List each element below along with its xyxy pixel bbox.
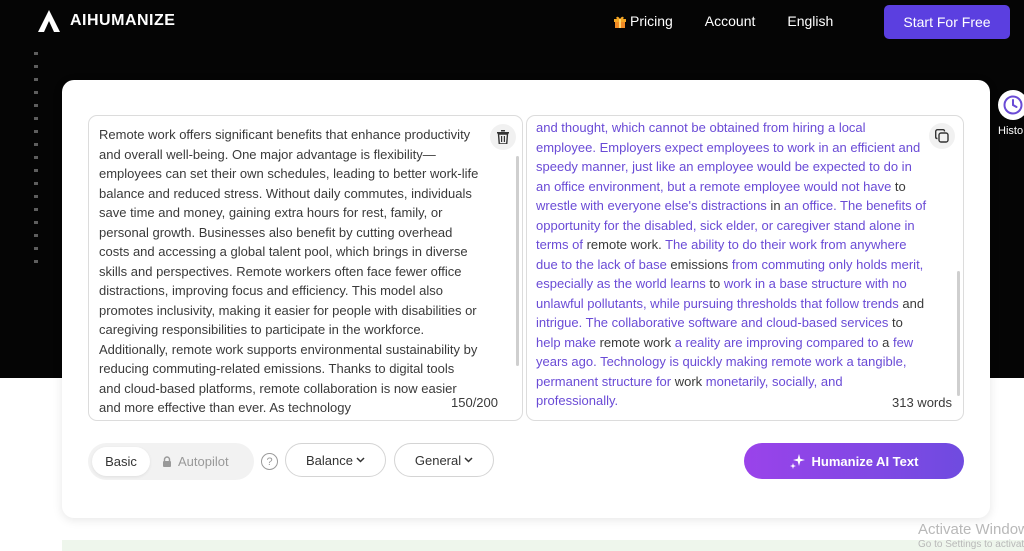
copy-button[interactable] xyxy=(929,123,955,149)
unchanged-segment: to xyxy=(888,315,903,330)
unchanged-segment: emissions xyxy=(666,256,732,272)
watermark-title: Activate Windows xyxy=(918,521,1024,538)
paraphrased-segment: and thought, which cannot be obtained fr… xyxy=(536,120,921,194)
start-for-free-button[interactable]: Start For Free xyxy=(884,5,1010,39)
mode-autopilot-label: Autopilot xyxy=(178,454,229,469)
mode-autopilot-button[interactable]: Autopilot xyxy=(162,447,229,476)
lock-icon xyxy=(163,456,171,467)
mode-toggle: Basic Autopilot xyxy=(88,443,254,480)
sparkle-icon xyxy=(789,454,805,469)
unchanged-segment: to xyxy=(891,178,906,194)
input-textarea[interactable]: Remote work offers significant benefits … xyxy=(99,125,479,417)
watermark-subtitle: Go to Settings to activate Windows. xyxy=(918,539,1024,550)
balance-dropdown-label: Balance xyxy=(306,452,353,468)
activate-windows-watermark: Activate Windows Go to Settings to activ… xyxy=(918,521,1024,550)
blurred-side-text xyxy=(34,52,38,272)
input-word-counter: 150/200 xyxy=(451,395,498,410)
balance-dropdown[interactable]: Balance xyxy=(285,443,386,477)
input-scrollbar[interactable] xyxy=(516,156,519,366)
trash-icon xyxy=(497,130,509,144)
output-panel: and thought, which cannot be obtained fr… xyxy=(526,115,964,421)
chevron-down-icon xyxy=(356,457,365,463)
gift-icon xyxy=(614,15,626,28)
history-label: Histo xyxy=(998,125,1024,137)
general-dropdown-label: General xyxy=(414,452,462,468)
brand-name: AIHUMANIZE xyxy=(70,12,176,29)
unchanged-segment: remote work xyxy=(595,334,675,350)
output-scrollbar[interactable] xyxy=(957,271,960,396)
logo-icon xyxy=(38,10,60,32)
help-icon[interactable]: ? xyxy=(261,453,278,470)
paraphrased-segment: a reality are improving compared to xyxy=(674,334,879,350)
unchanged-segment: a xyxy=(878,334,893,350)
nav-account[interactable]: Account xyxy=(705,13,756,29)
copy-icon xyxy=(935,129,949,143)
nav-language[interactable]: English xyxy=(787,13,833,29)
paraphrased-segment: wrestle with everyone else's distraction… xyxy=(536,198,767,213)
unchanged-segment: in xyxy=(766,198,785,213)
main-nav: Pricing Account English xyxy=(614,13,833,29)
humanize-button[interactable]: Humanize AI Text xyxy=(744,443,964,479)
paraphrased-segment: intrigue. The collaborative software and… xyxy=(536,315,889,330)
unchanged-segment: to xyxy=(705,276,724,291)
input-panel[interactable]: Remote work offers significant benefits … xyxy=(88,115,523,421)
lower-section-strip xyxy=(62,540,1024,551)
history-button[interactable] xyxy=(998,90,1024,120)
unchanged-segment: remote work. xyxy=(582,237,666,252)
brand-logo[interactable]: AIHUMANIZE xyxy=(37,9,175,33)
mode-basic-button[interactable]: Basic xyxy=(92,447,150,476)
history-panel-toggle[interactable]: Histo xyxy=(998,90,1024,137)
unchanged-segment: and xyxy=(898,295,925,311)
general-dropdown[interactable]: General xyxy=(394,443,494,477)
nav-pricing[interactable]: Pricing xyxy=(614,13,673,29)
history-icon xyxy=(1003,95,1023,115)
humanize-button-label: Humanize AI Text xyxy=(811,453,919,469)
chevron-down-icon xyxy=(464,457,473,463)
clear-button[interactable] xyxy=(490,124,516,150)
humanizer-card: Remote work offers significant benefits … xyxy=(62,80,990,518)
output-text: and thought, which cannot be obtained fr… xyxy=(536,118,928,410)
nav-pricing-label: Pricing xyxy=(630,13,673,29)
top-navbar: AIHUMANIZE Pricing Account English Start… xyxy=(0,0,1024,44)
unchanged-segment: work xyxy=(671,373,706,389)
paraphrased-segment: help make xyxy=(536,334,596,350)
output-word-counter: 313 words xyxy=(892,395,952,410)
